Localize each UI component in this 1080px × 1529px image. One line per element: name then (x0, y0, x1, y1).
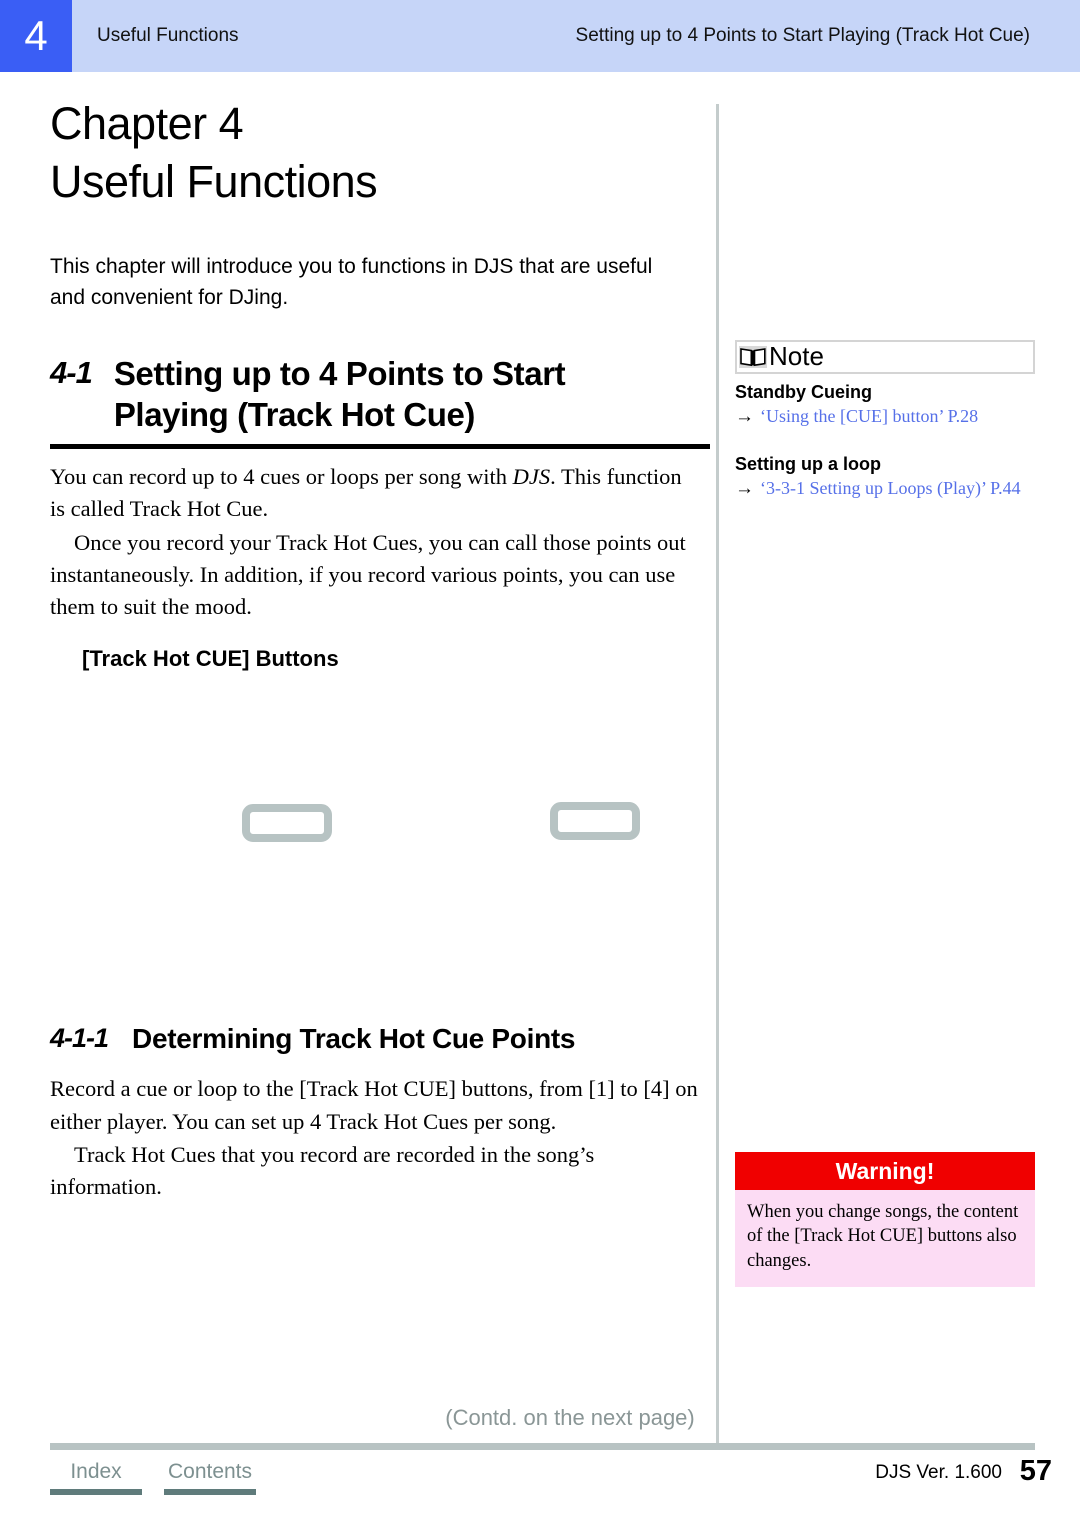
warning-box-title: Warning! (735, 1152, 1035, 1190)
section-4-1-1-heading: 4-1-1 Determining Track Hot Cue Points (50, 1022, 710, 1056)
page-title: Chapter 4 Useful Functions (50, 95, 710, 210)
footer-version-label: DJS Ver. 1.600 (875, 1462, 1002, 1483)
section-4-1-1: 4-1-1 Determining Track Hot Cue Points R… (50, 1022, 710, 1204)
section-4-1-number: 4-1 (50, 354, 93, 390)
note-entry-link-2[interactable]: ‘3-3-1 Setting up Loops (Play)’ P.44 (760, 478, 1021, 499)
header-section-title: Setting up to 4 Points to Start Playing … (575, 25, 1030, 46)
track-hot-cue-button-figure (50, 782, 710, 962)
section-4-1-title-line-2: Playing (Track Hot Cue) (113, 395, 476, 433)
section-4-1-paragraph-2: Once you record your Track Hot Cues, you… (50, 529, 686, 620)
arrow-right-icon: → (735, 406, 754, 427)
section-4-1-1-title: Determining Track Hot Cue Points (132, 1022, 576, 1054)
footer-link-contents[interactable]: Contents (164, 1460, 256, 1495)
track-hot-cue-button-left (242, 803, 332, 842)
main-content-column: Chapter 4 Useful Functions This chapter … (50, 95, 710, 1204)
note-box-header: Note (735, 340, 1035, 374)
section-4-1-1-paragraph-2: Track Hot Cues that you record are recor… (50, 1142, 595, 1200)
figure-caption-track-hot-cue-buttons: [Track Hot CUE] Buttons (82, 645, 339, 671)
section-4-1-heading: 4-1 Setting up to 4 Points to Start Play… (50, 354, 710, 436)
note-spacer (735, 428, 1035, 446)
footer-link-index[interactable]: Index (50, 1460, 142, 1495)
section-4-1-paragraph-1: You can record up to 4 cues or loops per… (50, 461, 690, 526)
footer-navigation: Index Contents (50, 1460, 278, 1495)
chapter-title-line-2: Useful Functions (50, 155, 378, 207)
note-entry-heading-2: Setting up a loop (735, 454, 881, 474)
section-4-1-title-line-1: Setting up to 4 Points to Start (113, 354, 566, 392)
warning-box: Warning! When you change songs, the cont… (735, 1152, 1035, 1288)
chapter-intro-paragraph: This chapter will introduce you to funct… (50, 255, 653, 310)
page-header: 4 Useful Functions Setting up to 4 Point… (0, 0, 1080, 72)
section-4-1-title: Setting up to 4 Points to Start Playing … (113, 354, 566, 436)
sidebar-column: Note Standby Cueing → ‘Using the [CUE] b… (735, 340, 1035, 500)
note-entry-link-row-2[interactable]: → ‘3-3-1 Setting up Loops (Play)’ P.44 (735, 478, 1035, 500)
section-4-1: 4-1 Setting up to 4 Points to Start Play… (50, 354, 710, 962)
arrow-right-icon: → (735, 478, 754, 499)
continued-note: (Contd. on the next page) (445, 1405, 695, 1430)
chapter-number-badge: 4 (0, 0, 72, 72)
footer-rule (50, 1443, 1035, 1450)
note-entry-link-1[interactable]: ‘Using the [CUE] button’ P.28 (760, 406, 978, 427)
column-divider (716, 104, 719, 1443)
warning-box-body: When you change songs, the content of th… (735, 1190, 1035, 1288)
section-4-1-rule (50, 443, 710, 449)
note-entry-heading-1: Standby Cueing (735, 382, 873, 402)
open-book-icon (739, 346, 767, 368)
paragraph-1-pre: You can record up to 4 cues or loops per… (50, 463, 513, 489)
chapter-title-line-1: Chapter 4 (50, 98, 244, 149)
paragraph-1-product-name: DJS (512, 463, 551, 489)
note-box: Note Standby Cueing → ‘Using the [CUE] b… (735, 340, 1035, 500)
section-4-1-1-number: 4-1-1 (50, 1022, 109, 1053)
section-4-1-1-paragraph-1: Record a cue or loop to the [Track Hot C… (50, 1076, 698, 1134)
note-box-title: Note (769, 341, 824, 371)
header-chapter-title: Useful Functions (97, 25, 239, 46)
page-number: 57 (1019, 1455, 1052, 1487)
note-entry-link-row-1[interactable]: → ‘Using the [CUE] button’ P.28 (735, 406, 1035, 428)
track-hot-cue-button-right (550, 801, 640, 840)
